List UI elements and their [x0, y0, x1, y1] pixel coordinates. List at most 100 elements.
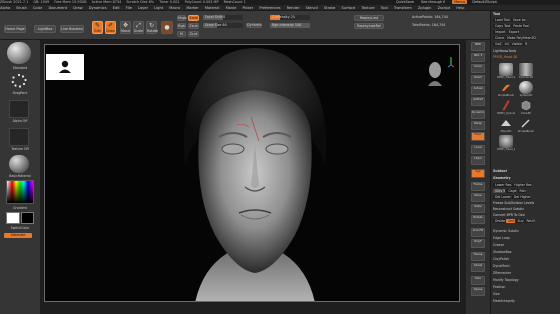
- menu-claypolish[interactable]: ClayPolish: [493, 257, 559, 262]
- menu-draw[interactable]: Draw: [73, 6, 82, 10]
- subtool-section[interactable]: Subtool: [493, 169, 559, 174]
- lightbox-tools-button[interactable]: Lightbox▸Tools: [493, 49, 559, 54]
- clone-button[interactable]: Clone: [493, 36, 505, 40]
- navigation-head-widget[interactable]: [425, 60, 445, 86]
- paste-tool-button[interactable]: Paste Tool: [511, 24, 530, 28]
- tool-thumb-head[interactable]: PM3D_Head 48: [497, 63, 515, 79]
- aahalf-button[interactable]: AAHalf: [471, 97, 485, 106]
- color-picker[interactable]: [6, 180, 34, 204]
- alpha-thumbnail[interactable]: [9, 100, 29, 118]
- polyf-button[interactable]: PolyF: [471, 239, 485, 248]
- menu-file[interactable]: File: [126, 6, 132, 10]
- menu-preferences[interactable]: Preferences: [259, 6, 280, 10]
- menu-document[interactable]: Document: [48, 6, 67, 10]
- menu-brush[interactable]: Brush: [16, 6, 26, 10]
- menu-zplugin[interactable]: Zplugin: [418, 6, 432, 10]
- zcut-button[interactable]: Zcut: [188, 31, 199, 37]
- stroke-thumbnail[interactable]: [9, 72, 29, 90]
- save-as-button[interactable]: Save As: [510, 18, 526, 22]
- menu-tool[interactable]: Tool: [381, 6, 388, 10]
- main-color-swatch[interactable]: [6, 212, 20, 224]
- local-button[interactable]: Local: [471, 145, 485, 154]
- menu-picker[interactable]: Picker: [242, 6, 253, 10]
- tool-thumb-simplebrush[interactable]: SimpleBrush: [498, 81, 514, 97]
- mrgb-button[interactable]: Mrgb: [177, 15, 187, 21]
- rotate-button[interactable]: ↻ Rotate: [146, 21, 158, 34]
- import-button[interactable]: Import: [493, 30, 506, 34]
- menu-help[interactable]: Help: [456, 6, 464, 10]
- lightbox-button[interactable]: LightBox: [34, 25, 56, 33]
- bpr-button[interactable]: BPR: [471, 42, 485, 51]
- divide-button[interactable]: Divide: [493, 219, 506, 223]
- export-button[interactable]: Export: [506, 30, 520, 34]
- menu-shadowbox[interactable]: ShadowBox: [493, 250, 559, 255]
- focal-shift-slider[interactable]: Focal Shift 0: [203, 15, 243, 20]
- higher-res-button[interactable]: Higher Res: [512, 183, 532, 187]
- zoom-button[interactable]: Zoom: [471, 75, 485, 84]
- geometry-section[interactable]: Geometry: [493, 176, 559, 181]
- live-boolean-button[interactable]: Live Boolean: [60, 25, 84, 33]
- menu-color[interactable]: Color: [33, 6, 42, 10]
- tool-thumb-pm3d-cylinder[interactable]: PM3D_Cylinder3D: [497, 99, 515, 115]
- menu-light[interactable]: Light: [154, 6, 163, 10]
- dynamic-button[interactable]: Dynamic: [246, 23, 262, 28]
- menu-texture[interactable]: Texture: [361, 6, 374, 10]
- tool-thumb-head-2[interactable]: PM3D_Head_48: [497, 135, 515, 151]
- tool-thumb-cylinder[interactable]: Cylinder3D: [519, 63, 533, 79]
- material-preview-button[interactable]: ●: [161, 21, 173, 34]
- m-button[interactable]: M: [177, 31, 186, 37]
- lsym-button[interactable]: LSym: [471, 156, 485, 165]
- menu-material[interactable]: Material: [205, 6, 220, 10]
- rotate-view-button[interactable]: Rotate: [471, 215, 485, 224]
- menu-meshintegrity[interactable]: MeshIntegrity: [493, 299, 559, 304]
- rgb-button[interactable]: Rgb: [177, 23, 186, 29]
- quicksave-button[interactable]: QuickSave: [396, 0, 414, 4]
- see-through-slider[interactable]: See-through 0: [421, 0, 445, 4]
- menu-transform[interactable]: Transform: [394, 6, 412, 10]
- dynamic-persp-button[interactable]: Dynamic: [471, 110, 485, 119]
- line-fill-button[interactable]: Line Fill: [471, 228, 485, 237]
- load-tool-button[interactable]: Load Tool: [493, 18, 510, 22]
- z-intensity-slider[interactable]: Z Intensity 25: [270, 15, 310, 20]
- goz-button[interactable]: GoZ: [493, 42, 502, 46]
- tool-thumb-simplebrush-2[interactable]: SimpleBrush: [518, 117, 534, 133]
- copy-tool-button[interactable]: Copy Tool: [493, 24, 511, 28]
- brush-thumbnail[interactable]: [7, 42, 31, 64]
- suv-toggle[interactable]: Suv: [515, 219, 524, 223]
- del-lower-button[interactable]: Del Lower: [493, 195, 511, 199]
- tool-thumb-sphere[interactable]: Sphere3D: [519, 81, 533, 97]
- secondary-color-swatch[interactable]: [21, 212, 34, 224]
- menu-alpha[interactable]: Alpha: [0, 6, 10, 10]
- scale-view-button[interactable]: Scale: [471, 204, 485, 213]
- edit-button[interactable]: ✎ Edit: [92, 21, 103, 34]
- all-button[interactable]: All: [502, 42, 509, 46]
- menu-position[interactable]: Position: [493, 285, 559, 290]
- ghost-button[interactable]: Ghost: [471, 263, 485, 272]
- cage-button[interactable]: Cage: [506, 189, 517, 193]
- menu-zscript[interactable]: Zscript: [438, 6, 450, 10]
- frame-button[interactable]: Frame: [471, 182, 485, 191]
- reconstruct-subdiv-button[interactable]: Reconstruct Subdiv: [493, 207, 559, 212]
- menu-macro[interactable]: Macro: [169, 6, 180, 10]
- menu-render[interactable]: Render: [287, 6, 300, 10]
- solo-button[interactable]: Solo: [471, 276, 485, 285]
- menu-marker[interactable]: Marker: [186, 6, 198, 10]
- canvas-viewport[interactable]: [44, 44, 460, 302]
- menu-modify-topology[interactable]: Modify Topology: [493, 278, 559, 283]
- menu-zremesher[interactable]: ZRemesher: [493, 271, 559, 276]
- menu-size[interactable]: Size: [493, 292, 559, 297]
- zsub-button[interactable]: Zsub: [188, 23, 199, 29]
- smt-toggle[interactable]: Smt: [506, 219, 515, 223]
- home-page-button[interactable]: Home Page: [4, 25, 26, 33]
- floor-button[interactable]: Floor: [471, 132, 485, 141]
- material-thumbnail[interactable]: [9, 155, 29, 173]
- menus-button[interactable]: Menus: [452, 0, 468, 4]
- visible-button[interactable]: Visible: [509, 42, 523, 46]
- scroll-button[interactable]: Scroll: [471, 64, 485, 73]
- reuv-toggle[interactable]: ReUV: [524, 219, 536, 223]
- scale-button[interactable]: ⤢ Scale: [133, 21, 144, 34]
- rstr-button[interactable]: Rstr: [517, 189, 526, 193]
- actual-button[interactable]: Actual: [471, 86, 485, 95]
- menu-edge-loop[interactable]: Edge Loop: [493, 236, 559, 241]
- menu-stroke[interactable]: Stroke: [324, 6, 335, 10]
